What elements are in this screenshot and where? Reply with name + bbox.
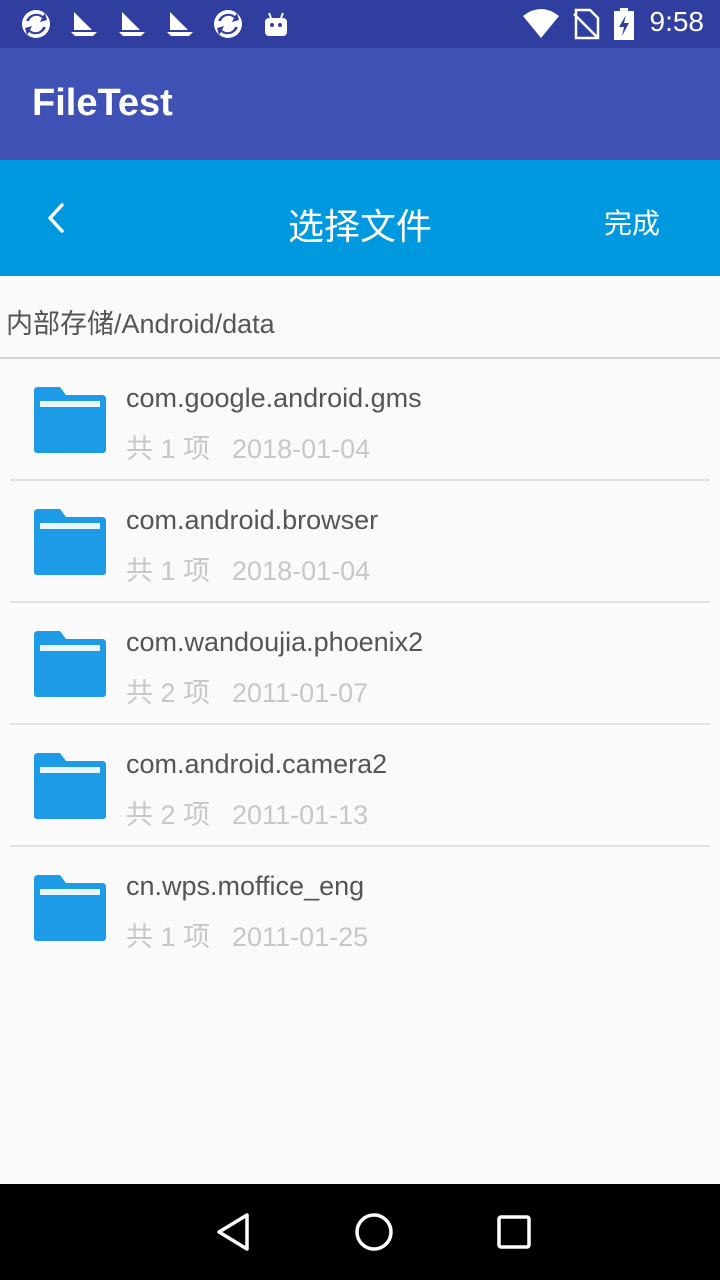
- list-item[interactable]: com.wandoujia.phoenix2 共 2 项 2011-01-07: [0, 603, 720, 725]
- sync-icon: [214, 10, 242, 38]
- file-meta: 共 2 项 2011-01-13: [126, 793, 390, 832]
- status-bar: 9:58: [0, 0, 720, 48]
- modified-date: 2018-01-04: [232, 434, 371, 464]
- modified-date: 2011-01-25: [232, 922, 369, 952]
- app-bar: FileTest: [0, 48, 720, 160]
- android-icon: [265, 12, 287, 36]
- file-meta: 共 1 项 2018-01-04: [126, 427, 392, 466]
- home-circle-icon: [355, 1213, 393, 1251]
- list-item[interactable]: com.google.android.gms 共 1 项 2018-01-04: [0, 359, 720, 481]
- nav-back-button[interactable]: [210, 1208, 258, 1256]
- boat-icon: [71, 12, 97, 36]
- battery-charging-icon: [614, 8, 634, 40]
- item-count: 共 1 项: [126, 922, 211, 952]
- folder-icon: [34, 875, 106, 941]
- list-item[interactable]: cn.wps.moffice_eng 共 1 项 2011-01-25: [0, 847, 720, 969]
- file-meta: 共 1 项 2018-01-04: [126, 549, 392, 588]
- app-title: FileTest: [32, 82, 173, 124]
- modified-date: 2011-01-07: [232, 678, 369, 708]
- sync-icon: [22, 10, 50, 38]
- file-name: com.android.browser: [126, 505, 379, 535]
- file-meta: 共 1 项 2011-01-25: [126, 915, 390, 954]
- folder-icon: [34, 387, 106, 453]
- back-triangle-icon: [217, 1213, 249, 1251]
- wifi-icon: [523, 9, 559, 38]
- file-name: cn.wps.moffice_eng: [126, 871, 365, 901]
- no-sim-icon: [573, 8, 600, 40]
- boat-icon: [167, 12, 193, 36]
- nav-home-button[interactable]: [350, 1208, 398, 1256]
- folder-icon: [34, 509, 106, 575]
- item-count: 共 1 项: [126, 434, 211, 464]
- status-time: 9:58: [649, 6, 705, 37]
- item-count: 共 2 项: [126, 678, 211, 708]
- done-button[interactable]: 完成: [604, 202, 660, 242]
- list-item[interactable]: com.android.camera2 共 2 项 2011-01-13: [0, 725, 720, 847]
- modified-date: 2018-01-04: [232, 556, 371, 586]
- list-item[interactable]: com.android.browser 共 1 项 2018-01-04: [0, 481, 720, 603]
- folder-icon: [34, 631, 106, 697]
- navigation-bar: [0, 1184, 720, 1280]
- chevron-left-icon: [48, 203, 64, 233]
- picker-toolbar: 选择文件 完成: [0, 160, 720, 276]
- recents-square-icon: [497, 1215, 531, 1249]
- file-name: com.wandoujia.phoenix2: [126, 627, 424, 657]
- nav-recents-button[interactable]: [490, 1208, 538, 1256]
- file-name: com.google.android.gms: [126, 383, 422, 413]
- item-count: 共 1 项: [126, 556, 211, 586]
- file-list: com.google.android.gms 共 1 项 2018-01-04 c…: [0, 359, 720, 969]
- boat-icon: [119, 12, 145, 36]
- item-count: 共 2 项: [126, 800, 211, 830]
- current-path: 内部存储/Android/data: [6, 309, 275, 339]
- file-meta: 共 2 项 2011-01-07: [126, 671, 390, 710]
- modified-date: 2011-01-13: [232, 800, 369, 830]
- breadcrumb: 内部存储/Android/data: [0, 276, 720, 359]
- folder-icon: [34, 753, 106, 819]
- file-name: com.android.camera2: [126, 749, 388, 779]
- back-button[interactable]: [30, 188, 90, 248]
